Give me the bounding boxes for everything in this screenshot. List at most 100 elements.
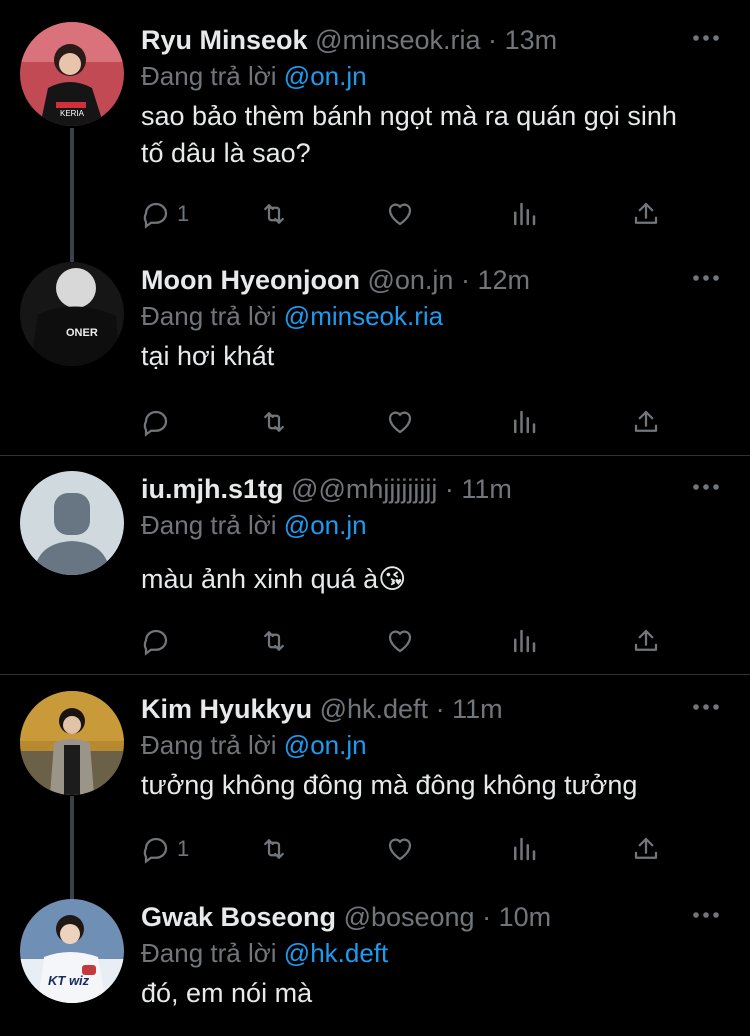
retweet-icon [264,839,284,859]
timestamp[interactable]: 12m [477,265,530,295]
share-icon [634,202,658,224]
like-button[interactable] [385,829,415,869]
retweet-button[interactable] [259,194,289,234]
reply-prefix: Đang trả lời [141,938,277,968]
tweet-text: màu ảnh xinh quá à😘 [141,564,407,594]
username[interactable]: @on.jn [367,265,453,295]
separator-dot: · [482,902,492,932]
tweet-header: Gwak Boseong @boseong · 10m [141,899,730,935]
more-icon[interactable] [690,262,722,294]
tweet-header: Ryu Minseok @minseok.ria · 13m [141,22,730,58]
retweet-button[interactable] [259,402,289,442]
avatar[interactable] [20,471,124,575]
reply-prefix: Đang trả lời [141,61,277,91]
views-icon [514,629,536,653]
views-button[interactable] [509,829,539,869]
separator-dot: · [488,25,498,55]
mention-link[interactable]: @hk.deft [284,938,388,968]
views-icon [514,837,536,861]
svg-text:ONER: ONER [66,327,98,339]
share-button[interactable] [631,402,661,442]
separator-dot: · [460,265,470,295]
reply-prefix: Đang trả lời [141,510,277,540]
reply-button[interactable]: 1 [141,829,189,869]
like-button[interactable] [385,402,415,442]
reply-button[interactable] [141,621,177,661]
views-button[interactable] [509,621,539,661]
display-name[interactable]: Gwak Boseong [141,902,336,932]
like-icon [388,411,412,434]
tweet-header: Moon Hyeonjoon @on.jn · 12m [141,262,730,298]
avatar[interactable]: KT wiz [20,899,124,1003]
like-icon [388,630,412,653]
views-icon [514,202,536,226]
retweet-button[interactable] [259,829,289,869]
more-icon[interactable] [690,899,722,931]
action-bar: 1 [141,194,701,234]
share-button[interactable] [631,829,661,869]
display-name[interactable]: Moon Hyeonjoon [141,265,360,295]
timestamp[interactable]: 10m [499,902,552,932]
svg-text:KT wiz: KT wiz [48,973,90,988]
username[interactable]: @minseok.ria [315,25,480,55]
avatar[interactable]: ONER [20,262,124,366]
retweet-button[interactable] [259,621,289,661]
views-button[interactable] [509,194,539,234]
replying-to: Đang trả lời @hk.deft [141,935,730,971]
replying-to: Đang trả lời @on.jn [141,727,730,763]
tweet-text: sao bảo thèm bánh ngọt mà ra quán gọi si… [141,101,677,168]
username[interactable]: @@mhjjjjjjjjj [291,474,437,504]
mention-link[interactable]: @on.jn [284,61,367,91]
reply-prefix: Đang trả lời [141,301,277,331]
svg-text:KERIA: KERIA [60,109,85,118]
mention-link[interactable]: @minseok.ria [284,301,443,331]
display-name[interactable]: iu.mjh.s1tg [141,474,284,504]
timestamp[interactable]: 11m [461,474,512,504]
more-icon[interactable] [690,22,722,54]
tweet[interactable]: Kim Hyukkyu @hk.deft · 11m Đang trả lời … [0,691,750,881]
share-button[interactable] [631,621,661,661]
username[interactable]: @boseong [344,902,475,932]
replying-to: Đang trả lời @minseok.ria [141,298,730,334]
mention-link[interactable]: @on.jn [284,510,367,540]
tweet[interactable]: iu.mjh.s1tg @@mhjjjjjjjjj · 11m Đang trả… [0,471,750,661]
reply-button[interactable]: 1 [141,194,189,234]
retweet-icon [264,631,284,651]
timestamp[interactable]: 13m [505,25,558,55]
like-button[interactable] [385,194,415,234]
tweet-text: đó, em nói mà [141,978,313,1008]
display-name[interactable]: Ryu Minseok [141,25,308,55]
action-bar: 1 [141,829,701,869]
more-icon[interactable] [690,471,722,503]
tweet[interactable]: KT wiz Gwak Boseong @boseong · 10m Đang … [0,899,750,1036]
replying-to: Đang trả lời @on.jn [141,58,730,94]
mention-link[interactable]: @on.jn [284,730,367,760]
separator-dot: · [444,474,454,504]
share-icon [634,410,658,432]
reply-icon [143,410,168,437]
divider [0,455,750,456]
like-button[interactable] [385,621,415,661]
display-name[interactable]: Kim Hyukkyu [141,694,312,724]
share-icon [634,837,658,859]
username[interactable]: @hk.deft [320,694,428,724]
like-icon [388,838,412,861]
tweet-text: tại hơi khát [141,341,275,371]
retweet-icon [264,204,284,224]
separator-dot: · [435,694,445,724]
views-button[interactable] [509,402,539,442]
reply-count: 1 [177,201,190,226]
retweet-icon [264,412,284,432]
action-bar [141,402,701,442]
tweet[interactable]: ONER Moon Hyeonjoon @on.jn · 12m Đang tr… [0,262,750,442]
more-icon[interactable] [690,691,722,723]
avatar[interactable]: KERIA [20,22,124,126]
reply-prefix: Đang trả lời [141,730,277,760]
reply-button[interactable] [141,402,177,442]
share-button[interactable] [631,194,661,234]
reply-count: 1 [177,836,190,861]
avatar[interactable] [20,691,124,795]
reply-icon [143,837,168,864]
timestamp[interactable]: 11m [452,694,503,724]
tweet[interactable]: KERIA Ryu Minseok @minseok.ria · 13m Đan… [0,22,750,242]
